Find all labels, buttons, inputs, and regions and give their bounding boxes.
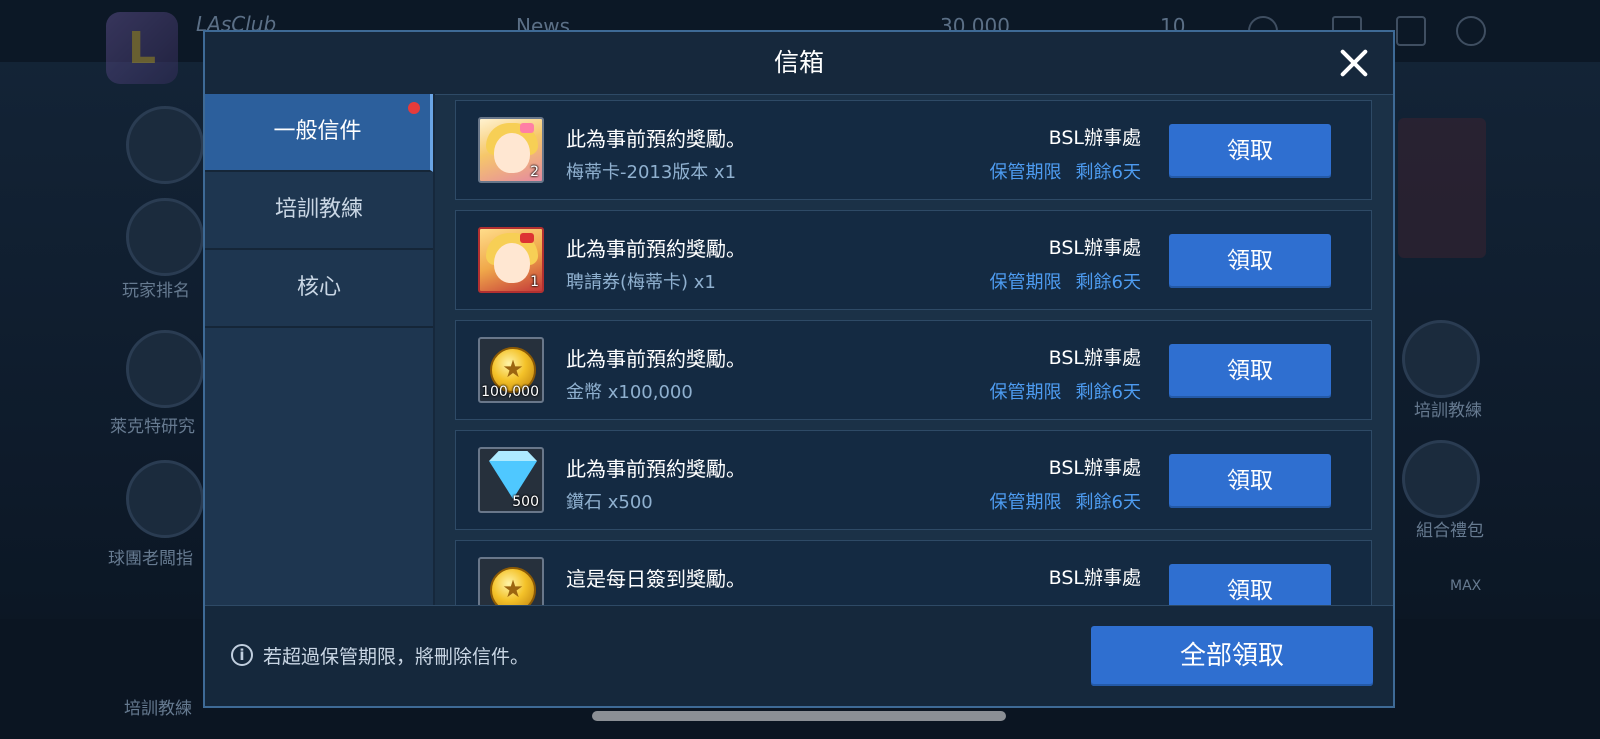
coach-label: 培訓教練 (1414, 401, 1482, 421)
claim-button[interactable]: 領取 (1169, 564, 1331, 608)
quantity-badge: 100,000 (481, 384, 539, 400)
tab-label: 培訓教練 (274, 197, 363, 222)
mail-reward: 金幣 x100,000 (566, 382, 693, 403)
notification-dot (408, 102, 420, 114)
bundle-label: 組合禮包 (1416, 521, 1484, 541)
mail-reward: 鑽石 x500 (566, 492, 653, 513)
mail-expiry: 保管期限 剩餘6天 (989, 492, 1141, 513)
max-badge: MAX (1450, 578, 1482, 594)
mail-title: 此為事前預約獎勵。 (566, 347, 746, 371)
recruit-ticket-icon: 1 (478, 227, 544, 293)
mail-item: 2 此為事前預約獎勵。 梅蒂卡-2013版本 x1 BSL辦事處 保管期限 剩餘6… (455, 100, 1372, 200)
mail-title: 這是每日簽到獎勵。 (566, 567, 746, 591)
ranking-icon (126, 198, 204, 276)
tab-label: 一般信件 (273, 119, 362, 144)
footer-note: 若超過保管期限，將刪除信件。 (263, 646, 530, 668)
chat-icon (1396, 16, 1426, 46)
tab-training-coach[interactable]: 培訓教練 (205, 172, 433, 250)
coach-icon (1402, 320, 1480, 398)
mail-sender: BSL辦事處 (1048, 347, 1141, 369)
gold-coin-icon: 100,000 (478, 337, 544, 403)
mail-sender: BSL辦事處 (1048, 567, 1141, 589)
mail-list[interactable]: 2 此為事前預約獎勵。 梅蒂卡-2013版本 x1 BSL辦事處 保管期限 剩餘6… (435, 94, 1393, 608)
mail-title: 此為事前預約獎勵。 (566, 127, 746, 151)
gold-coin-icon (478, 557, 544, 608)
lobby-menu-icon (126, 106, 204, 184)
tab-general-mail[interactable]: 一般信件 (205, 94, 433, 172)
claim-button[interactable]: 領取 (1169, 344, 1331, 398)
claim-button[interactable]: 領取 (1169, 124, 1331, 178)
bundle-icon (1402, 440, 1480, 518)
mailbox-modal: 信箱 一般信件 培訓教練 核心 2 此為事前預約獎勵。 梅蒂卡-2013版本 x… (203, 30, 1395, 708)
quantity-badge: 2 (530, 164, 539, 180)
modal-footer: i 若超過保管期限，將刪除信件。 全部領取 (205, 605, 1393, 706)
modal-title: 信箱 (773, 48, 824, 77)
mail-item: 1 此為事前預約獎勵。 聘請券(梅蒂卡) x1 BSL辦事處 保管期限 剩餘6天 … (455, 210, 1372, 310)
mail-category-sidebar: 一般信件 培訓教練 核心 (205, 94, 435, 608)
tab-label: 核心 (296, 275, 341, 300)
claim-button[interactable]: 領取 (1169, 234, 1331, 288)
owner-icon (126, 460, 204, 538)
owner-label: 球團老闆指 (108, 549, 193, 569)
claim-all-button[interactable]: 全部領取 (1091, 626, 1373, 686)
modal-header: 信箱 (205, 32, 1393, 95)
mail-sender: BSL辦事處 (1048, 457, 1141, 479)
mail-sender: BSL辦事處 (1048, 237, 1141, 259)
featured-card (1398, 118, 1486, 258)
bottom-coach-label: 培訓教練 (124, 699, 192, 719)
mail-expiry: 保管期限 剩餘6天 (989, 272, 1141, 293)
close-icon[interactable] (1335, 44, 1373, 82)
mail-item: 500 此為事前預約獎勵。 鑽石 x500 BSL辦事處 保管期限 剩餘6天 領取 (455, 430, 1372, 530)
ranking-label: 玩家排名 (122, 281, 190, 301)
mail-expiry: 保管期限 剩餘6天 (989, 382, 1141, 403)
mail-sender: BSL辦事處 (1048, 127, 1141, 149)
mail-expiry: 保管期限 剩餘6天 (989, 162, 1141, 183)
mail-reward: 梅蒂卡-2013版本 x1 (566, 162, 737, 183)
club-logo: L (106, 12, 178, 84)
research-icon (126, 330, 204, 408)
mail-item: 這是每日簽到獎勵。 BSL辦事處 領取 (455, 540, 1372, 608)
home-indicator[interactable] (592, 711, 1006, 721)
research-label: 萊克特研究 (110, 417, 195, 437)
mail-title: 此為事前預約獎勵。 (566, 237, 746, 261)
mail-reward: 聘請券(梅蒂卡) x1 (566, 272, 716, 293)
diamond-icon: 500 (478, 447, 544, 513)
character-card-icon: 2 (478, 117, 544, 183)
claim-button[interactable]: 領取 (1169, 454, 1331, 508)
quantity-badge: 500 (512, 494, 539, 510)
quantity-badge: 1 (530, 274, 539, 290)
gear-icon (1456, 16, 1486, 46)
mail-item: 100,000 此為事前預約獎勵。 金幣 x100,000 BSL辦事處 保管期… (455, 320, 1372, 420)
mail-title: 此為事前預約獎勵。 (566, 457, 746, 481)
info-icon: i (231, 644, 253, 666)
tab-core[interactable]: 核心 (205, 250, 433, 328)
